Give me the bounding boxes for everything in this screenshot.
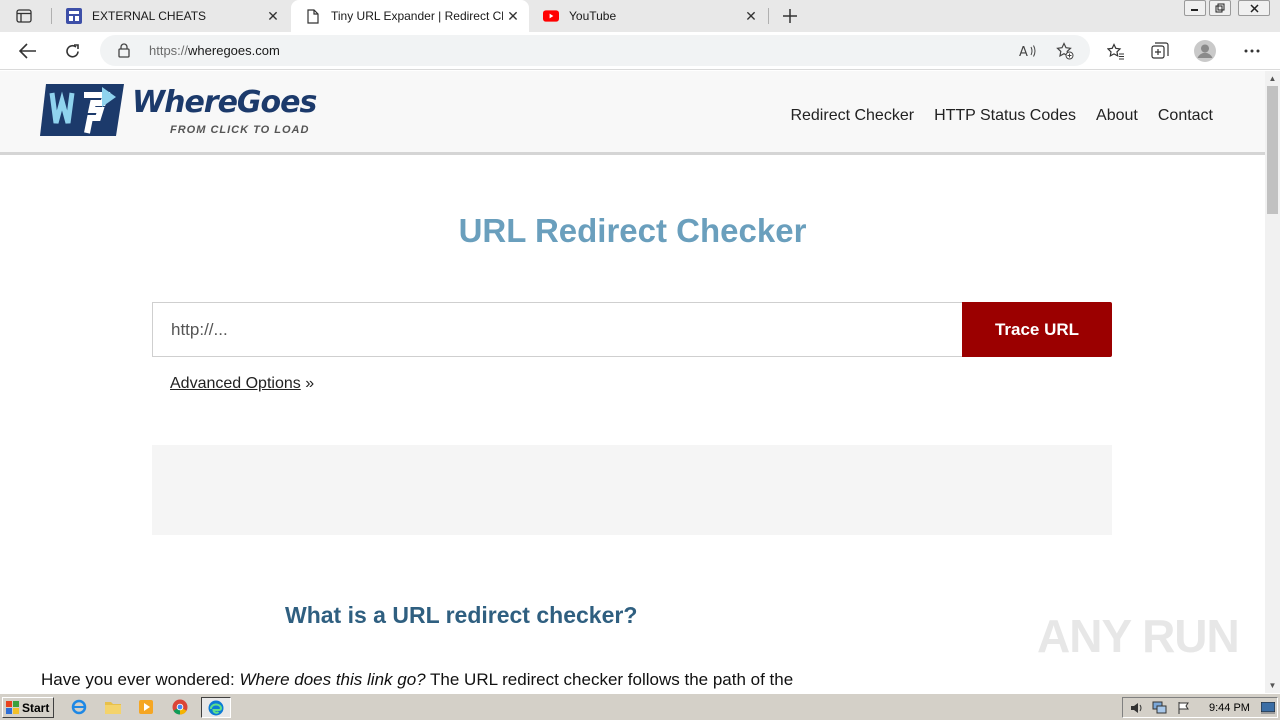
tab-youtube[interactable]: YouTube ✕ xyxy=(531,0,767,32)
windows-taskbar: Start 9:44 PM xyxy=(0,693,1280,720)
tab-wheregoes[interactable]: Tiny URL Expander | Redirect Ch ✕ xyxy=(291,0,529,32)
chrome-icon[interactable] xyxy=(171,698,189,716)
nav-contact[interactable]: Contact xyxy=(1158,107,1213,125)
youtube-icon xyxy=(543,8,559,24)
page-viewport: WhereGoes FROM CLICK TO LOAD Redirect Ch… xyxy=(0,71,1265,693)
intro-emphasis: Where does this link go? xyxy=(239,670,426,689)
window-close-icon[interactable] xyxy=(1238,0,1270,16)
edge-taskbar-button[interactable] xyxy=(201,697,231,718)
close-icon[interactable]: ✕ xyxy=(263,6,283,26)
system-tray: 9:44 PM xyxy=(1122,697,1278,718)
network-icon[interactable] xyxy=(1151,699,1169,717)
favorites-icon[interactable] xyxy=(1104,39,1128,63)
tab-external-cheats[interactable]: EXTERNAL CHEATS ✕ xyxy=(52,0,289,32)
back-arrow-icon[interactable] xyxy=(16,39,40,63)
new-tab-plus-icon[interactable] xyxy=(778,4,802,28)
section-heading: What is a URL redirect checker? xyxy=(285,602,638,628)
tab-actions-icon[interactable] xyxy=(10,6,38,26)
profile-avatar-icon[interactable] xyxy=(1193,39,1217,63)
advanced-options: Advanced Options » xyxy=(170,375,314,393)
address-bar[interactable]: https://wheregoes.com A xyxy=(100,35,1090,66)
tab-title: Tiny URL Expander | Redirect Ch xyxy=(331,9,503,23)
wheregoes-logo-icon xyxy=(40,84,124,136)
nav-about[interactable]: About xyxy=(1096,107,1138,125)
tab-title: YouTube xyxy=(569,9,617,23)
nav-redirect-checker[interactable]: Redirect Checker xyxy=(790,107,914,125)
wheregoes-logo[interactable]: WhereGoes FROM CLICK TO LOAD xyxy=(40,83,340,143)
collections-icon[interactable] xyxy=(1148,39,1172,63)
volume-icon[interactable] xyxy=(1128,699,1146,717)
start-button[interactable]: Start xyxy=(2,697,54,718)
media-player-icon[interactable] xyxy=(137,698,155,716)
ad-placeholder xyxy=(152,445,1112,535)
intro-rest: The URL redirect checker follows the pat… xyxy=(425,670,794,689)
edge-icon xyxy=(208,700,224,715)
add-favorite-star-icon[interactable] xyxy=(1054,40,1076,62)
close-icon[interactable]: ✕ xyxy=(741,6,761,26)
scroll-thumb[interactable] xyxy=(1267,86,1278,214)
page-title: URL Redirect Checker xyxy=(458,212,807,249)
minimize-icon[interactable] xyxy=(1184,0,1206,16)
site-favicon-icon xyxy=(66,8,82,24)
internet-explorer-icon[interactable] xyxy=(70,698,88,716)
tab-separator xyxy=(768,8,769,24)
trace-form: Trace URL xyxy=(152,302,1112,357)
nav-http-status-codes[interactable]: HTTP Status Codes xyxy=(934,107,1076,125)
tab-title: EXTERNAL CHEATS xyxy=(92,9,207,23)
action-center-flag-icon[interactable] xyxy=(1175,699,1193,717)
lock-icon[interactable] xyxy=(118,43,130,63)
read-aloud-icon[interactable]: A xyxy=(1017,40,1039,62)
intro-lead: Have you ever wondered: xyxy=(41,670,240,689)
file-explorer-icon[interactable] xyxy=(104,698,122,716)
page-scrollbar[interactable]: ▲ ▼ xyxy=(1265,71,1280,693)
taskbar-clock[interactable]: 9:44 PM xyxy=(1209,702,1250,714)
more-menu-icon[interactable] xyxy=(1240,39,1264,63)
show-desktop-icon[interactable] xyxy=(1259,699,1277,717)
svg-text:A: A xyxy=(1019,45,1028,58)
scroll-up-arrow-icon[interactable]: ▲ xyxy=(1265,71,1280,86)
start-label: Start xyxy=(22,700,50,715)
logo-tagline: FROM CLICK TO LOAD xyxy=(170,124,310,136)
trace-url-button[interactable]: Trace URL xyxy=(962,302,1112,357)
refresh-icon[interactable] xyxy=(60,39,84,63)
page-icon xyxy=(305,8,321,24)
browser-toolbar: https://wheregoes.com A xyxy=(0,32,1280,70)
url-input[interactable] xyxy=(152,302,963,357)
url-text[interactable]: https://wheregoes.com xyxy=(149,43,280,58)
anyrun-watermark: ANY RUN xyxy=(1037,610,1240,662)
windows-logo-icon xyxy=(6,701,19,714)
main-nav: Redirect Checker HTTP Status Codes About… xyxy=(790,107,1213,125)
advanced-options-chevron: » xyxy=(300,375,315,392)
scroll-down-arrow-icon[interactable]: ▼ xyxy=(1265,678,1280,693)
close-icon[interactable]: ✕ xyxy=(503,6,523,26)
tab-strip: EXTERNAL CHEATS ✕ Tiny URL Expander | Re… xyxy=(0,0,1280,32)
intro-paragraph: Have you ever wondered: Where does this … xyxy=(41,670,1241,690)
site-header: WhereGoes FROM CLICK TO LOAD Redirect Ch… xyxy=(0,71,1265,155)
logo-brand-text: WhereGoes xyxy=(132,85,317,120)
advanced-options-link[interactable]: Advanced Options xyxy=(170,375,301,392)
restore-icon[interactable] xyxy=(1209,0,1231,16)
